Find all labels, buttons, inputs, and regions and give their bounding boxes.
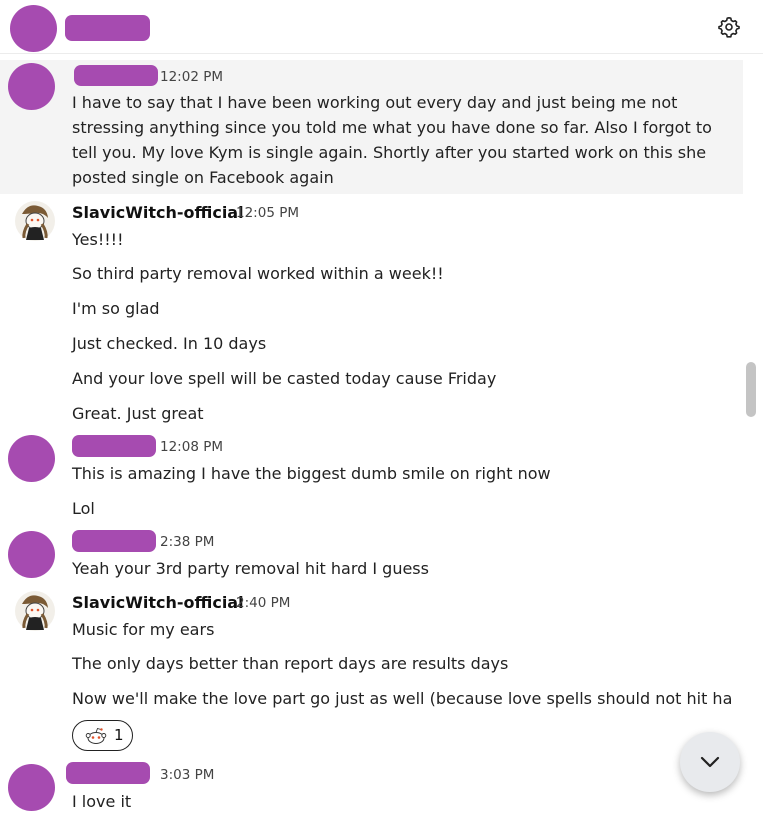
avatar[interactable]: [14, 200, 56, 242]
chevron-down-icon: [700, 756, 720, 768]
avatar[interactable]: [8, 531, 55, 578]
message-text: The only days better than report days ar…: [72, 654, 509, 673]
avatar[interactable]: [8, 435, 55, 482]
redacted-username: [72, 530, 156, 552]
gear-icon[interactable]: [717, 15, 741, 39]
avatar[interactable]: [14, 590, 56, 632]
message-text: Yes!!!!: [72, 230, 124, 249]
timestamp: 12:02 PM: [160, 69, 223, 85]
scroll-to-bottom-button[interactable]: [680, 732, 740, 792]
message-text: Now we'll make the love part go just as …: [72, 689, 732, 708]
redacted-username: [72, 435, 156, 457]
message-text: Music for my ears: [72, 620, 215, 639]
redacted-username: [66, 762, 150, 784]
message-text: Great. Just great: [72, 404, 204, 423]
message-text: Lol: [72, 499, 95, 518]
message-group: 12:02 PM I have to say that I have been …: [0, 60, 743, 194]
scrollbar-thumb[interactable]: [746, 362, 756, 417]
timestamp: 2:38 PM: [160, 534, 215, 550]
redacted-username: [65, 15, 150, 41]
witch-avatar-icon: [15, 201, 55, 241]
message-text: So third party removal worked within a w…: [72, 264, 444, 283]
reddit-snoo-icon: [85, 727, 107, 744]
message-text: This is amazing I have the biggest dumb …: [72, 464, 551, 483]
witch-avatar-icon: [15, 591, 55, 631]
redacted-username: [74, 65, 158, 86]
message-text: I'm so glad: [72, 299, 160, 318]
timestamp: 2:40 PM: [236, 595, 291, 611]
avatar[interactable]: [8, 764, 55, 811]
timestamp: 12:08 PM: [160, 439, 223, 455]
message-text: Just checked. In 10 days: [72, 334, 267, 353]
reaction-chip[interactable]: 1: [72, 720, 133, 751]
timestamp: 12:05 PM: [236, 205, 299, 221]
avatar[interactable]: [8, 63, 55, 110]
chat-header: [0, 0, 763, 54]
message-text: I love it: [72, 792, 132, 811]
avatar[interactable]: [10, 5, 57, 52]
username[interactable]: SlavicWitch-official: [72, 203, 244, 222]
reaction-count: 1: [114, 726, 124, 744]
timestamp: 3:03 PM: [160, 767, 215, 783]
message-text: Yeah your 3rd party removal hit hard I g…: [72, 559, 429, 578]
username[interactable]: SlavicWitch-official: [72, 593, 244, 612]
message-text: I have to say that I have been working o…: [72, 93, 712, 187]
message-text: And your love spell will be casted today…: [72, 369, 497, 388]
